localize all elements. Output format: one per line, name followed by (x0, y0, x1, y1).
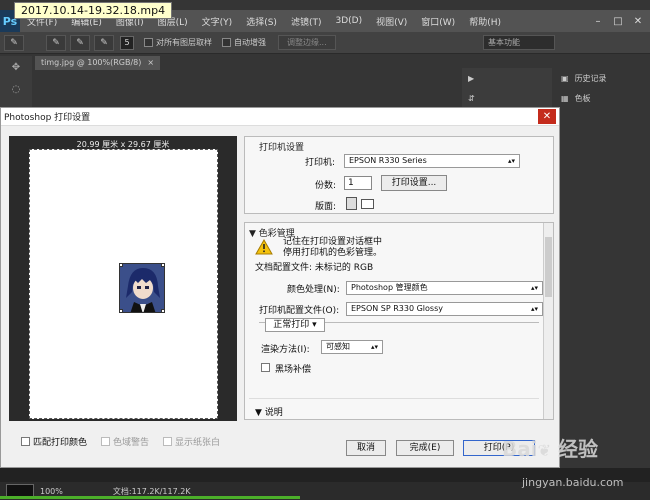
preview-options: 匹配打印颜色 色域警告 显示纸张白 (21, 435, 234, 448)
rendering-label: 渲染方法(I): (261, 345, 310, 355)
scrollbar-thumb[interactable] (545, 237, 552, 297)
minimize-icon[interactable]: – (588, 10, 608, 32)
match-colors-checkbox[interactable] (21, 437, 30, 446)
match-colors-label: 匹配打印颜色 (33, 438, 88, 448)
play-icon[interactable]: ▶ (462, 68, 552, 88)
photoshop-window: 2017.10.14-19.32.18.mp4 Ps 文件(F) 编辑(E) 图… (0, 0, 650, 500)
watermark-site: 经验 (557, 437, 598, 461)
printer-select[interactable]: EPSON R330 Series ▴▾ (344, 154, 520, 168)
panel-arrange-icon[interactable]: ⇵ (462, 88, 552, 108)
zoom-level[interactable]: 100% (40, 487, 63, 496)
video-progress-bar (0, 496, 300, 499)
print-preview: 20.99 厘米 x 29.67 厘米 (9, 136, 237, 421)
watermark-url: jingyan.baidu.com (522, 476, 624, 489)
document-tab-name: timg.jpg @ 100%(RGB/8) (41, 58, 142, 67)
printer-value: EPSON R330 Series (349, 156, 427, 165)
layout-label: 版面: (315, 202, 337, 212)
warning-icon (255, 238, 273, 258)
color-handling-select[interactable]: Photoshop 管理颜色 ▴▾ (346, 281, 543, 295)
dialog-close-icon[interactable]: ✕ (538, 109, 556, 124)
divider (249, 398, 539, 399)
black-point-label: 黑场补偿 (275, 365, 312, 375)
portrait-layout-icon[interactable] (346, 197, 357, 210)
document-tab[interactable]: timg.jpg @ 100%(RGB/8) × (35, 56, 161, 70)
sample-all-layers-checkbox[interactable] (144, 38, 153, 47)
refine-edge-button[interactable]: 调整边缘... (278, 35, 336, 50)
chevron-down-icon: ▴▾ (370, 343, 378, 351)
subtract-selection-icon[interactable]: ✎ (94, 34, 114, 51)
notice-line-2: 停用打印机的色彩管理。 (283, 248, 383, 258)
color-handling-value: Photoshop 管理颜色 (351, 283, 428, 292)
panel-icons-strip: ▶ ⇵ (462, 68, 552, 110)
rendering-value: 可感知 (326, 342, 350, 351)
printer-setup-group: 打印机设置 打印机: EPSON R330 Series ▴▾ 份数: 1 打印设… (244, 136, 554, 214)
brush-preset-icon[interactable]: ✎ (4, 34, 24, 51)
printer-label: 打印机: (305, 158, 336, 168)
printer-profile-label: 打印机配置文件(O): (259, 306, 340, 316)
maximize-icon[interactable]: □ (608, 10, 628, 32)
auto-enhance-checkbox[interactable] (222, 38, 231, 47)
copies-input[interactable]: 1 (344, 176, 372, 190)
chevron-down-icon: ▴▾ (530, 284, 538, 292)
anime-portrait-image (120, 264, 164, 312)
workspace-select[interactable]: 基本功能 (483, 35, 555, 50)
paper-white-checkbox[interactable] (163, 437, 173, 446)
close-window-icon[interactable]: ✕ (628, 10, 648, 32)
color-management-group: ▼ 色彩管理 记住在打印设置对话框中 停用打印机的色彩管理。 文档配置文件: 未… (244, 222, 554, 420)
dialog-title: Photoshop 打印设置 (4, 113, 91, 123)
cancel-button[interactable]: 取消 (346, 440, 386, 456)
copies-label: 份数: (315, 181, 337, 191)
video-filename-label: 2017.10.14-19.32.18.mp4 (14, 2, 173, 19)
menu-3d[interactable]: 3D(D) (328, 16, 369, 26)
settings-column: 打印机设置 打印机: EPSON R330 Series ▴▾ 份数: 1 打印设… (244, 136, 554, 420)
doc-size: 文档:117.2K/117.2K (112, 486, 191, 496)
print-settings-button[interactable]: 打印设置... (381, 175, 447, 191)
menu-type[interactable]: 文字(Y) (195, 15, 240, 28)
menu-filter[interactable]: 滤镜(T) (284, 15, 329, 28)
baidu-logo: Bai❦ 经验 (502, 437, 598, 461)
menu-window[interactable]: 窗口(W) (414, 15, 462, 28)
rendering-select[interactable]: 可感知 ▴▾ (321, 340, 383, 354)
done-button[interactable]: 完成(E) (396, 440, 454, 456)
paper-white-label: 显示纸张白 (175, 438, 221, 448)
normal-print-select[interactable]: 正常打印 ▾ (265, 318, 325, 332)
paper-sheet (29, 149, 218, 419)
move-tool-icon[interactable]: ✥ (6, 62, 26, 78)
new-selection-icon[interactable]: ✎ (46, 34, 66, 51)
description-heading: 说明 (264, 408, 283, 418)
dialog-titlebar: Photoshop 打印设置 (1, 108, 559, 126)
chevron-down-icon: ▴▾ (530, 305, 538, 313)
gamut-warning-label: 色域警告 (113, 438, 150, 448)
printer-profile-value: EPSON SP R330 Glossy (351, 304, 443, 313)
sample-all-layers-label: 对所有图层取样 (156, 38, 212, 47)
notice-line-1: 记住在打印设置对话框中 (283, 237, 383, 247)
description-toggle[interactable]: ▼ 说明 (255, 405, 283, 418)
image-thumbnail[interactable] (119, 263, 165, 313)
swatches-label: 色板 (574, 93, 591, 103)
settings-scrollbar[interactable] (543, 223, 553, 419)
document-profile: 文档配置文件: 未标记的 RGB (255, 263, 374, 273)
brush-size-field[interactable]: 5 (120, 35, 134, 50)
history-label: 历史记录 (574, 73, 607, 83)
close-tab-icon[interactable]: × (147, 58, 154, 67)
menu-help[interactable]: 帮助(H) (462, 15, 508, 28)
printer-profile-select[interactable]: EPSON SP R330 Glossy ▴▾ (346, 302, 543, 316)
options-bar: ✎ ✎ ✎ ✎ 5 对所有图层取样 自动增强 调整边缘... 基本功能 (0, 32, 650, 54)
landscape-layout-icon[interactable] (361, 199, 374, 209)
color-handling-label: 颜色处理(N): (287, 285, 340, 295)
auto-enhance-label: 自动增强 (234, 38, 266, 47)
menu-view[interactable]: 视图(V) (369, 15, 414, 28)
chevron-down-icon: ▴▾ (507, 157, 515, 165)
panel-history[interactable]: ▣ 历史记录 (555, 68, 650, 88)
gamut-warning-checkbox[interactable] (101, 437, 111, 446)
add-selection-icon[interactable]: ✎ (70, 34, 90, 51)
panel-swatches[interactable]: ▦ 色板 (555, 88, 650, 108)
black-point-checkbox[interactable] (261, 363, 270, 372)
normal-print-value: 正常打印 (273, 320, 310, 330)
marquee-tool-icon[interactable]: ◌ (6, 84, 26, 100)
menu-select[interactable]: 选择(S) (239, 15, 284, 28)
panel-list: ▣ 历史记录 ▦ 色板 (555, 68, 650, 110)
print-settings-dialog: Photoshop 打印设置 ✕ 20.99 厘米 x 29.67 厘米 匹配打… (0, 107, 560, 468)
